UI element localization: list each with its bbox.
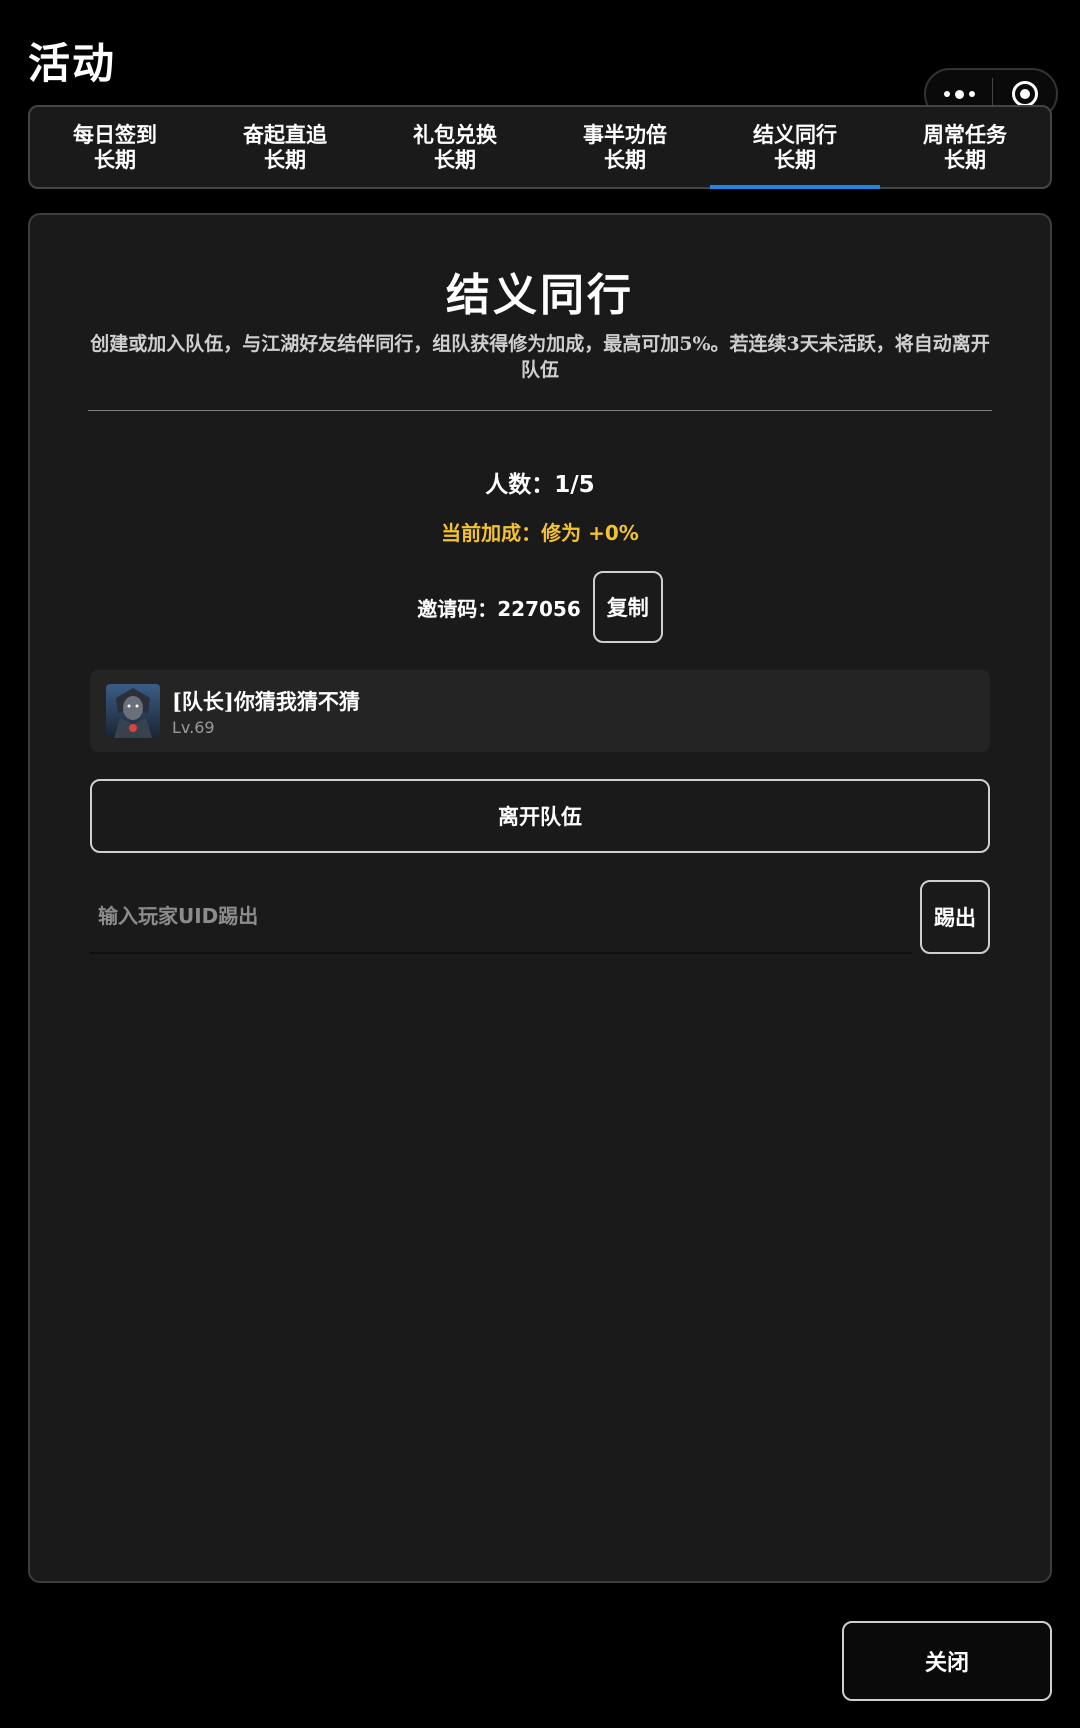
tab-period: 长期 <box>604 147 646 172</box>
panel-title: 结义同行 <box>446 270 634 321</box>
copy-button[interactable]: 复制 <box>592 571 663 643</box>
tab-gift-redeem[interactable]: 礼包兑换 长期 <box>370 107 540 187</box>
tab-period: 长期 <box>94 147 136 172</box>
bonus-status: 当前加成：修为 +0% <box>441 521 639 545</box>
page-title: 活动 <box>28 39 117 88</box>
tab-label: 礼包兑换 <box>413 122 497 147</box>
avatar <box>106 684 160 738</box>
member-card: [队长]你猜我猜不猜 Lv.69 <box>90 670 990 752</box>
tab-double-effect[interactable]: 事半功倍 长期 <box>540 107 710 187</box>
tab-label: 事半功倍 <box>583 122 667 147</box>
member-level: Lv.69 <box>172 717 215 737</box>
tab-period: 长期 <box>774 147 816 172</box>
kick-button[interactable]: 踢出 <box>920 880 990 954</box>
kick-uid-input[interactable] <box>90 880 912 954</box>
invite-row: 邀请码：227056 复制 <box>30 570 1050 644</box>
tab-period: 长期 <box>264 147 306 172</box>
divider <box>88 410 992 411</box>
tab-weekly-tasks[interactable]: 周常任务 长期 <box>880 107 1050 187</box>
tab-period: 长期 <box>944 147 986 172</box>
close-button[interactable]: 关闭 <box>842 1621 1052 1701</box>
member-count: 人数：1/5 <box>485 472 595 498</box>
leave-team-button[interactable]: 离开队伍 <box>90 779 990 853</box>
invite-code: 邀请码：227056 <box>417 596 581 621</box>
team-panel: 结义同行 创建或加入队伍，与江湖好友结伴同行，组队获得修为加成，最高可加5%。若… <box>28 213 1052 1583</box>
kick-row: 踢出 <box>90 880 990 954</box>
tab-team-up[interactable]: 结义同行 长期 <box>710 107 880 189</box>
tab-period: 长期 <box>434 147 476 172</box>
tab-label: 奋起直追 <box>243 122 327 147</box>
tab-label: 结义同行 <box>753 122 837 147</box>
tab-label: 每日签到 <box>73 122 157 147</box>
tab-daily-checkin[interactable]: 每日签到 长期 <box>30 107 200 187</box>
panel-description: 创建或加入队伍，与江湖好友结伴同行，组队获得修为加成，最高可加5%。若连续3天未… <box>90 333 990 381</box>
activity-tabs: 每日签到 长期 奋起直追 长期 礼包兑换 长期 事半功倍 长期 结义同行 长期 … <box>28 105 1052 189</box>
tab-catch-up[interactable]: 奋起直追 长期 <box>200 107 370 187</box>
member-name: [队长]你猜我猜不猜 <box>172 688 360 714</box>
tab-label: 周常任务 <box>923 122 1007 147</box>
